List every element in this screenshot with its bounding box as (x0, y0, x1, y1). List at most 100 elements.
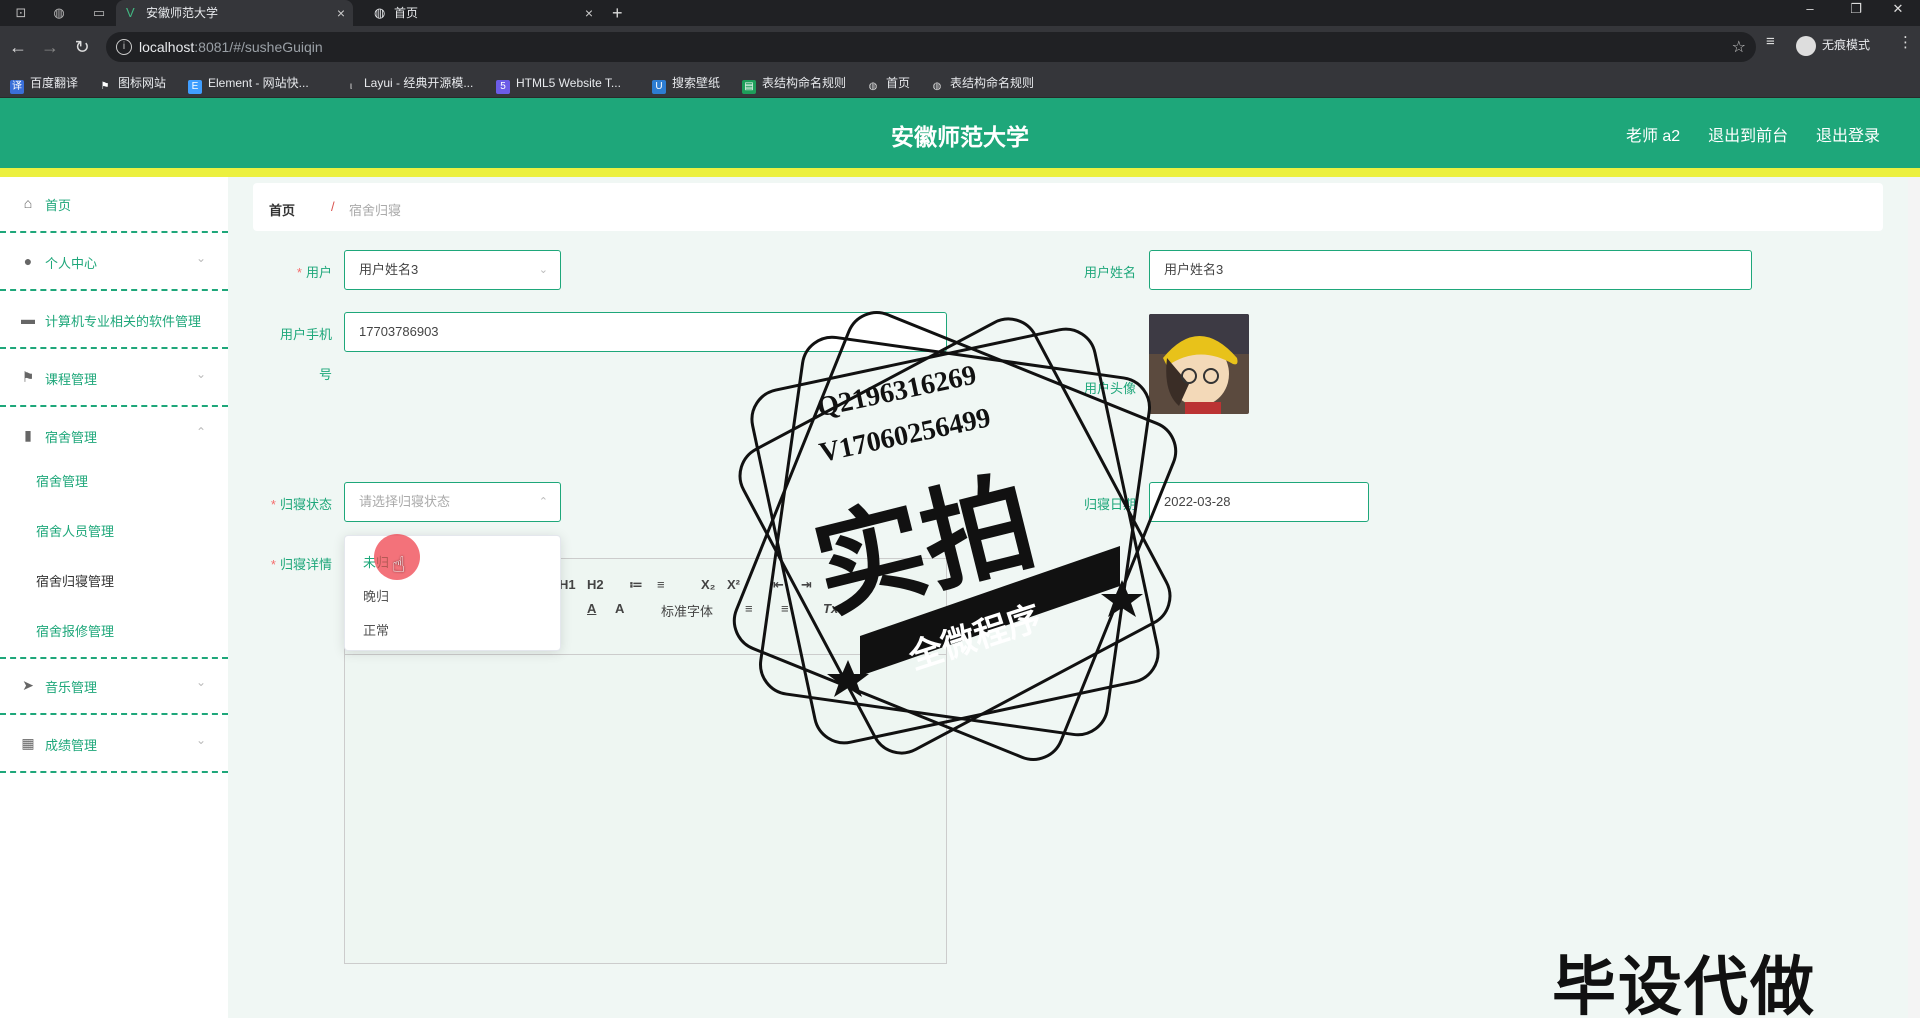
grid-icon: ▦ (21, 735, 35, 751)
incognito-icon (1796, 35, 1816, 56)
header-links: 老师 a2 退出到前台 退出登录 (1602, 122, 1880, 146)
wallpaper-icon: U (652, 80, 666, 94)
chevron-down-icon: ⌄ (195, 733, 206, 747)
current-user-label: 老师 a2 (1625, 128, 1681, 145)
divider (0, 289, 228, 291)
layui-icon: ι (349, 81, 353, 92)
status-label: * 归寝状态 (270, 497, 332, 512)
phone-label-continued: 号 (318, 367, 332, 382)
close-window-icon[interactable]: ✕ (1876, 0, 1920, 20)
header-accent-strip (0, 168, 1920, 177)
app-header: 安徽师范大学 老师 a2 退出到前台 退出登录 (0, 98, 1920, 168)
status-option[interactable]: 正常 (363, 620, 389, 639)
user-select[interactable]: 用户姓名3 ⌄ (344, 250, 561, 290)
watermark-bottom-text: 毕设代做 (1552, 951, 1816, 1023)
user-select-value: 用户姓名3 (359, 262, 419, 277)
status-select[interactable]: 请选择归寝状态 ⌃ (344, 482, 561, 522)
watermark-stamp: Q2196316269 V17060256499 实拍 全微程序 (720, 296, 1190, 776)
home-icon: ⌂ (23, 195, 33, 211)
submenu-item-dorm-return[interactable]: 宿舍归寝管理 (36, 571, 114, 590)
bookmark-item[interactable]: 译百度翻译 (10, 74, 78, 94)
window-icon[interactable]: ▭ (88, 3, 110, 23)
bookmark-item[interactable]: E Element - 网站快... (188, 74, 309, 94)
chevron-up-icon: ⌃ (195, 425, 206, 439)
back-to-frontend-link[interactable]: 退出到前台 (1708, 128, 1788, 145)
reload-icon[interactable]: ↻ (70, 35, 94, 59)
bookmark-item[interactable]: ⚑ 图标网站 (98, 74, 167, 92)
sheet-icon: ▤ (742, 80, 756, 94)
bookmark-item[interactable]: ▤ 表结构命名规则 (742, 74, 846, 94)
reading-list-icon[interactable]: ≡ (1766, 33, 1775, 50)
heading2-button[interactable]: H2 (587, 577, 604, 592)
breadcrumb-home[interactable]: 首页 (269, 200, 295, 219)
html5-icon: 5 (496, 80, 510, 94)
restore-icon[interactable]: ❐ (1834, 0, 1878, 20)
user-label: * 用户 (296, 265, 332, 280)
sidebar-item-courses[interactable]: ⚑ 课程管理 ⌄ (0, 351, 228, 407)
font-color-button[interactable]: A (587, 601, 596, 616)
sidebar-item-dorm[interactable]: ▮ 宿舍管理 ⌃ (0, 409, 228, 459)
subscript-button[interactable]: X₂ (701, 577, 715, 592)
sidebar-item-label: 计算机专业相关的软件管理 (45, 314, 202, 329)
site-info-icon[interactable]: i (116, 39, 132, 55)
background-color-button[interactable]: A (615, 601, 624, 616)
user-icon: ● (23, 253, 33, 269)
flag-icon: ⚑ (100, 81, 110, 92)
sidebar-item-software[interactable]: ▬ 计算机专业相关的软件管理 (0, 293, 228, 349)
divider (0, 771, 228, 773)
sidebar-item-profile[interactable]: ● 个人中心 ⌄ (0, 235, 228, 291)
bookmark-item[interactable]: U 搜索壁纸 (652, 74, 720, 94)
back-icon[interactable]: ← (6, 35, 30, 59)
divider (0, 713, 228, 715)
divider (0, 405, 228, 407)
status-select-placeholder: 请选择归寝状态 (359, 494, 451, 509)
browser-menu-icon[interactable]: ⋮ (1898, 33, 1913, 51)
close-tab-icon[interactable]: × (585, 0, 593, 26)
heading1-button[interactable]: H1 (559, 577, 576, 592)
tab-title: 安徽师范大学 (146, 6, 219, 20)
breadcrumb-current: 宿舍归寝 (349, 203, 402, 218)
new-tab-button[interactable]: + (612, 0, 623, 26)
logout-link[interactable]: 退出登录 (1816, 128, 1880, 145)
translate-icon: 译 (10, 80, 24, 94)
close-tab-icon[interactable]: × (337, 0, 345, 26)
bookmark-star-icon[interactable]: ☆ (1732, 37, 1746, 57)
bookmark-item[interactable]: ◍ 首页 (866, 74, 910, 92)
chevron-up-icon: ⌃ (538, 496, 548, 508)
ordered-list-button[interactable]: ≔ (629, 577, 643, 593)
send-icon: ➤ (22, 677, 34, 693)
forward-icon[interactable]: → (38, 35, 62, 59)
status-option[interactable]: 晚归 (363, 586, 389, 605)
chevron-down-icon: ⌄ (195, 675, 206, 689)
sidebar-item-label: 课程管理 (45, 372, 98, 387)
browser-tab-active[interactable]: V 安徽师范大学 × (116, 0, 353, 26)
submenu-item-dorm[interactable]: 宿舍管理 (36, 471, 88, 490)
bullet-list-button[interactable]: ≡ (657, 577, 665, 592)
sidebar-item-label: 宿舍管理 (45, 430, 98, 445)
globe-icon[interactable]: ◍ (48, 3, 70, 23)
url-path: :8081/#/susheGuiqin (194, 39, 323, 55)
font-family-select[interactable]: 标准字体 (661, 601, 713, 620)
sidebar-item-music[interactable]: ➤ 音乐管理 ⌄ (0, 659, 228, 715)
globe-icon: ◍ (932, 81, 942, 92)
bookmark-item[interactable]: 5 HTML5 Website T... (496, 74, 621, 94)
url-field[interactable]: i localhost:8081/#/susheGuiqin ☆ (106, 32, 1756, 62)
username-field[interactable]: 用户姓名3 (1149, 250, 1752, 290)
sidebar-item-home[interactable]: ⌂ 首页 (0, 177, 228, 233)
bookmark-item[interactable]: ι Layui - 经典开源模... (344, 74, 473, 92)
sidebar-item-grades[interactable]: ▦ 成绩管理 ⌄ (0, 717, 228, 773)
minimize-icon[interactable]: – (1788, 0, 1832, 20)
scrollbar[interactable] (1908, 177, 1920, 1018)
submenu-item-dorm-repair[interactable]: 宿舍报修管理 (36, 621, 114, 640)
incognito-profile[interactable]: 无痕模式 (1796, 32, 1870, 58)
chevron-down-icon: ⌄ (195, 367, 206, 381)
submenu-item-dorm-people[interactable]: 宿舍人员管理 (36, 521, 114, 540)
url-host: localhost (139, 39, 195, 55)
browser-tab[interactable]: ◍ 首页 × (364, 0, 601, 26)
sidebar: ⌂ 首页 ● 个人中心 ⌄ ▬ 计算机专业相关的软件管理 ⚑ 课程管理 ⌄ ▮ … (0, 177, 228, 1018)
app-icon[interactable]: ⊡ (10, 3, 32, 23)
hand-cursor-icon: ☝ (392, 552, 406, 577)
breadcrumb-separator: / (331, 199, 335, 214)
bookmarks-bar: 译百度翻译 ⚑ 图标网站 E Element - 网站快... ι Layui - 经… (0, 68, 1920, 98)
bookmark-item[interactable]: ◍ 表结构命名规则 (930, 74, 1034, 92)
